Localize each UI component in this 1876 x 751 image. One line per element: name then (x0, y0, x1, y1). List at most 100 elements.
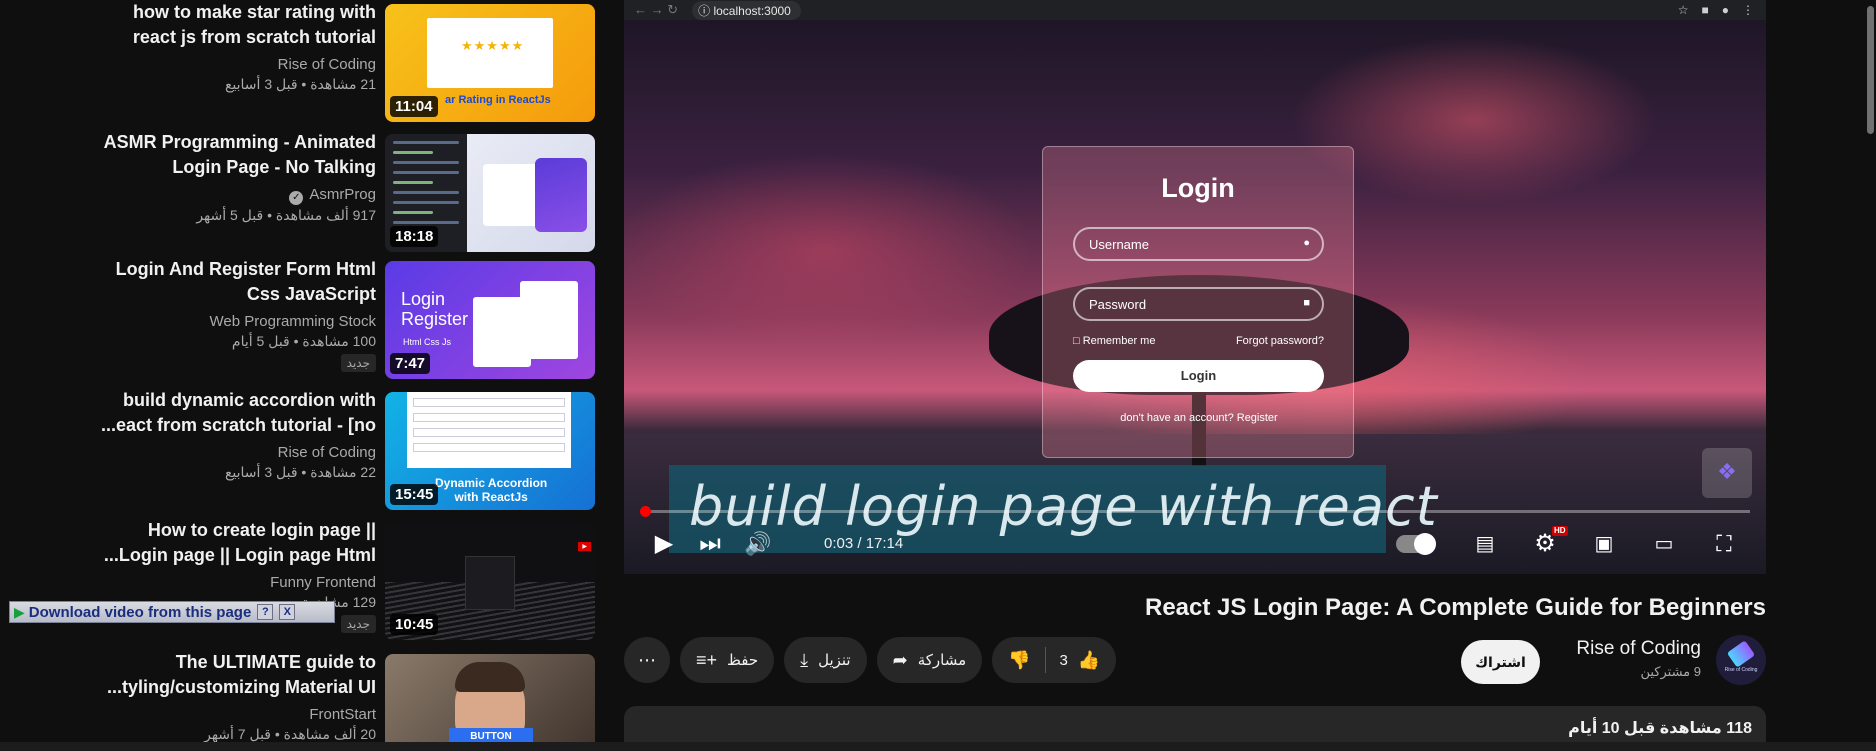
dislike-icon[interactable]: 👎 (1008, 650, 1030, 671)
password-field: Password ■ (1073, 287, 1324, 321)
next-button[interactable]: ⏭ (692, 522, 728, 566)
time-display: 0:03 / 17:14 (824, 535, 904, 552)
video-thumbnail[interactable]: Login Register Html Css Js 7:47 (385, 261, 595, 379)
video-stats: 100 مشاهدة • قبل 5 أيام (231, 333, 376, 349)
recommended-video[interactable]: Login And Register Form Html Css JavaScri… (0, 257, 600, 379)
remember-me-checkbox: □ Remember me (1073, 335, 1156, 347)
close-icon[interactable]: X (279, 604, 296, 620)
download-icon: ⤓ (800, 649, 809, 670)
download-button[interactable]: ⤓ تنزيل (784, 637, 867, 683)
username-field: Username ● (1073, 227, 1324, 261)
channel-name[interactable]: FrontStart (0, 706, 376, 724)
recommended-video[interactable]: build dynamic accordion with ...eact from… (0, 388, 600, 510)
like-dislike-group: 👎 3 👍 (992, 637, 1117, 683)
scrubber-handle[interactable] (640, 506, 651, 517)
thumb-subtitle: Html Css Js (403, 337, 451, 347)
video-duration: 18:18 (390, 226, 439, 247)
save-button[interactable]: ≡+ حفظ (680, 637, 775, 683)
video-title[interactable]: The ULTIMATE guide to ...tyling/customizi… (0, 650, 376, 700)
video-title-heading: React JS Login Page: A Complete Guide fo… (1145, 594, 1766, 621)
thumb-stars: ★★★★★ (461, 38, 525, 53)
volume-icon[interactable]: 🔊 (740, 522, 776, 566)
video-meta: ASMR Programming - Animated Login Page - … (0, 130, 376, 225)
form-options: □ Remember me Forgot password? (1073, 335, 1324, 347)
taskbar (0, 742, 1876, 751)
play-icon: ▶ (14, 603, 25, 620)
subscribe-button[interactable]: اشتراك (1461, 640, 1540, 684)
recommended-video[interactable]: The ULTIMATE guide to ...tyling/customizi… (0, 650, 600, 751)
video-title[interactable]: ASMR Programming - Animated Login Page - … (0, 130, 376, 180)
recorded-browser-toolbar: ← → ↻ ⓘ localhost:3000 ☆ ■ ● ⋮ (624, 0, 1766, 20)
views-and-date: 118 مشاهدة قبل 10 أيام (1568, 720, 1752, 737)
autoplay-toggle[interactable] (1396, 533, 1436, 555)
video-meta: The ULTIMATE guide to ...tyling/customizi… (0, 650, 376, 744)
thumb-caption: ar Rating in ReactJs (445, 94, 551, 106)
video-player[interactable]: ← → ↻ ⓘ localhost:3000 ☆ ■ ● ⋮ Login Userna… (624, 0, 1766, 574)
player-controls: ▶ ⏭ 🔊 0:03 / 17:14 ▤ ⚙ HD ▣ ▭ ⛶ (624, 522, 1766, 566)
video-title[interactable]: How to create login page || ...Login page… (0, 518, 376, 568)
video-thumbnail[interactable]: Dynamic Accordion with ReactJs 15:45 (385, 392, 595, 510)
share-button[interactable]: ➦ مشاركة (876, 637, 983, 683)
channel-name[interactable]: Funny Frontend (0, 574, 376, 592)
thumb-title: Login Register (401, 289, 469, 329)
help-icon[interactable]: ? (257, 604, 274, 620)
new-badge: جديد (340, 354, 376, 372)
video-stats: 21 مشاهدة • قبل 3 أسابيع (224, 76, 376, 92)
video-stats: 22 مشاهدة • قبل 3 أسابيع (224, 464, 376, 480)
channel-name[interactable]: Rise of Coding (0, 444, 376, 462)
video-meta: how to make star rating with react js fro… (0, 0, 376, 94)
new-badge: جديد (340, 615, 376, 633)
channel-name[interactable]: Web Programming Stock (0, 313, 376, 331)
recommended-video[interactable]: how to make star rating with react js fro… (0, 0, 600, 122)
login-button: Login (1073, 360, 1324, 392)
channel-name[interactable]: ✓ AsmrProg (0, 186, 376, 205)
play-button[interactable]: ▶ (646, 522, 682, 566)
login-form-card: Login Username ● Password ■ □ Remember m… (1042, 146, 1354, 458)
theater-mode-icon[interactable]: ▭ (1646, 522, 1682, 566)
video-duration: 15:45 (390, 484, 439, 505)
channel-avatar[interactable]: Rise of Coding (1716, 635, 1766, 685)
like-icon[interactable]: 👍 (1078, 650, 1100, 671)
video-thumbnail[interactable]: BUTTON (385, 654, 595, 751)
channel-logo-text: Rise of Coding (1724, 667, 1758, 673)
playlist-add-icon: ≡+ (696, 649, 718, 670)
video-duration: 10:45 (390, 614, 439, 635)
video-duration: 11:04 (390, 96, 438, 117)
video-meta: Login And Register Form Html Css JavaScri… (0, 257, 376, 372)
user-icon: ● (1303, 237, 1310, 249)
thumb-card (535, 158, 587, 232)
subtitles-icon[interactable]: ▤ (1467, 522, 1503, 566)
download-video-link[interactable]: Download video from this page (29, 604, 252, 621)
recommended-video[interactable]: ASMR Programming - Animated Login Page - … (0, 130, 600, 252)
video-title[interactable]: build dynamic accordion with ...eact from… (0, 388, 376, 438)
like-count: 3 (1059, 651, 1068, 669)
hd-badge: HD (1552, 526, 1568, 536)
thumb-card (407, 392, 571, 468)
subscriber-count: 9 مشتركين (1640, 664, 1701, 679)
video-thumbnail[interactable]: ★★★★★ ar Rating in ReactJs 11:04 (385, 4, 595, 122)
more-actions-button[interactable]: ⋯ (624, 637, 670, 683)
browser-toolbar-icons: ☆ ■ ● ⋮ (1677, 3, 1754, 17)
register-text: don't have an account? Register (1120, 412, 1278, 424)
video-title[interactable]: how to make star rating with react js fro… (0, 0, 376, 50)
page-scrollbar[interactable] (1865, 0, 1876, 751)
video-stats: 20 ألف مشاهدة • قبل 7 أشهر (204, 726, 376, 742)
fullscreen-icon[interactable]: ⛶ (1706, 522, 1742, 566)
video-actions: ⋯ ≡+ حفظ ⤓ تنزيل ➦ مشاركة 👎 3 👍 (624, 637, 1117, 683)
video-stats: 917 ألف مشاهدة • قبل 5 أشهر (196, 207, 376, 223)
video-thumbnail[interactable]: 18:18 (385, 134, 595, 252)
video-duration: 7:47 (390, 353, 431, 374)
thumb-card (465, 556, 515, 610)
video-thumbnail[interactable]: ▶ 10:45 (385, 522, 595, 640)
recommendations-sidebar: how to make star rating with react js fro… (0, 0, 600, 751)
channel-watermark-icon[interactable]: ❖ (1702, 448, 1752, 498)
download-extension-bar[interactable]: ▶ Download video from this page ? X (9, 601, 335, 623)
channel-name[interactable]: Rise of Coding (0, 56, 376, 74)
channel-name-link[interactable]: Rise of Coding (1576, 638, 1701, 660)
miniplayer-icon[interactable]: ▣ (1586, 522, 1622, 566)
video-title[interactable]: Login And Register Form Html Css JavaScri… (0, 257, 376, 307)
back-forward-icon: ← → ↻ (634, 2, 679, 17)
address-bar: ⓘ localhost:3000 (692, 0, 801, 20)
lock-icon: ■ (1303, 297, 1310, 309)
progress-bar[interactable] (640, 506, 1750, 517)
